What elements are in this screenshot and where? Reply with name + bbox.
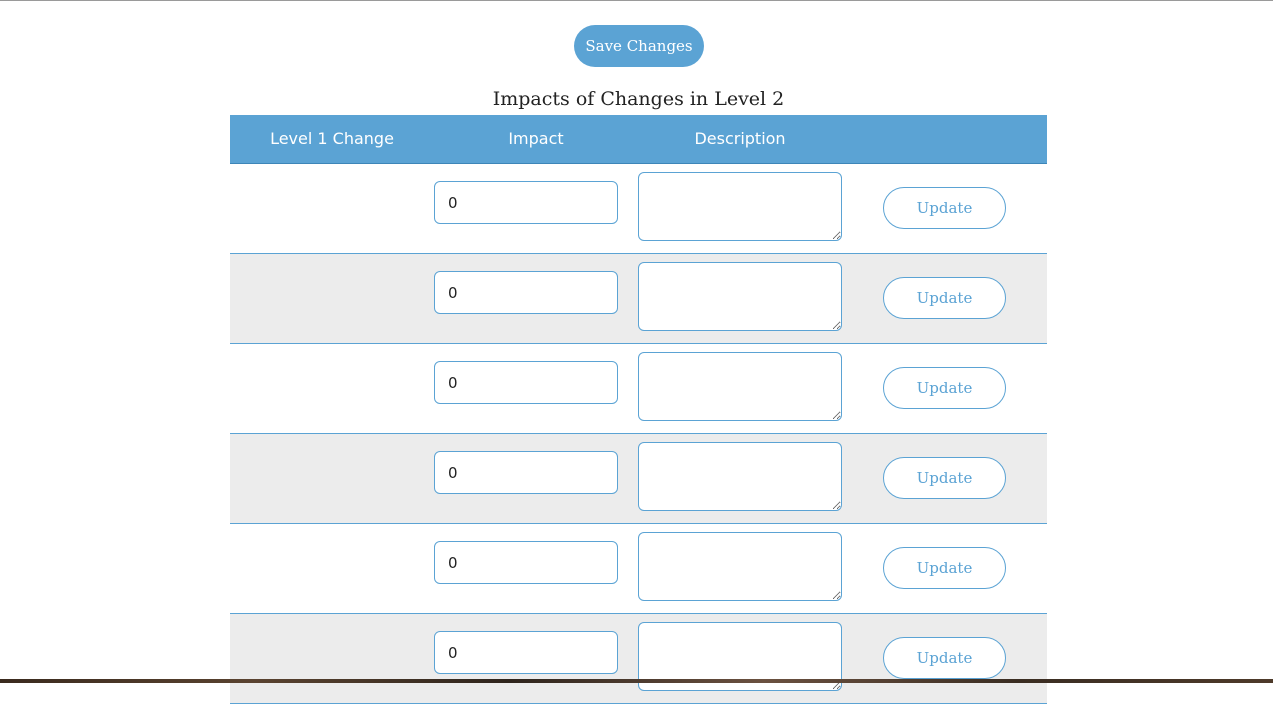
description-textarea[interactable]: [638, 352, 842, 421]
impact-input[interactable]: [434, 361, 618, 404]
header-impact: Impact: [508, 129, 564, 148]
update-button[interactable]: Update: [883, 367, 1006, 409]
table-row: Update: [230, 614, 1047, 704]
table-row: Update: [230, 434, 1047, 524]
impacts-table: Level 1 Change Impact Description Update…: [230, 115, 1047, 704]
description-textarea[interactable]: [638, 442, 842, 511]
description-textarea[interactable]: [638, 172, 842, 241]
update-button[interactable]: Update: [883, 277, 1006, 319]
update-button[interactable]: Update: [883, 547, 1006, 589]
table-row: Update: [230, 344, 1047, 434]
save-changes-button[interactable]: Save Changes: [574, 25, 704, 67]
top-divider: [0, 0, 1273, 1]
impact-input[interactable]: [434, 271, 618, 314]
update-button[interactable]: Update: [883, 187, 1006, 229]
impact-input[interactable]: [434, 451, 618, 494]
impact-input[interactable]: [434, 181, 618, 224]
table-header: Level 1 Change Impact Description: [230, 115, 1047, 164]
description-textarea[interactable]: [638, 532, 842, 601]
section-title: Impacts of Changes in Level 2: [492, 88, 785, 110]
update-button[interactable]: Update: [883, 457, 1006, 499]
table-row: Update: [230, 164, 1047, 254]
table-row: Update: [230, 254, 1047, 344]
impact-input[interactable]: [434, 631, 618, 674]
background-image-strip: [0, 679, 1273, 683]
table-row: Update: [230, 524, 1047, 614]
header-level1-change: Level 1 Change: [270, 129, 394, 148]
description-textarea[interactable]: [638, 262, 842, 331]
update-button[interactable]: Update: [883, 637, 1006, 679]
header-description: Description: [694, 129, 786, 148]
impact-input[interactable]: [434, 541, 618, 584]
